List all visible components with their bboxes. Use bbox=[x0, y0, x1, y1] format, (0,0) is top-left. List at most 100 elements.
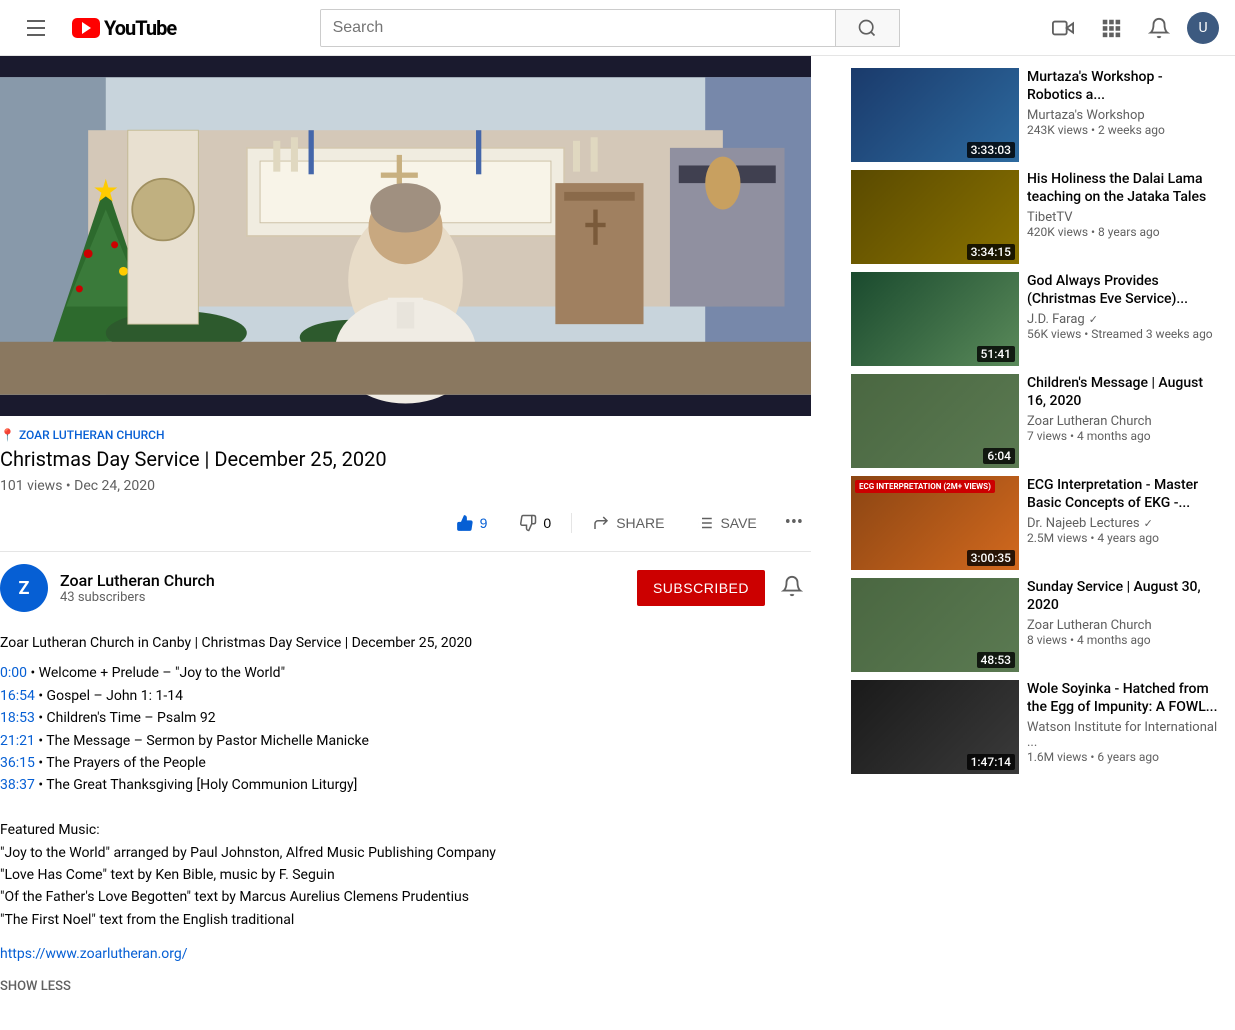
thumbnail-container: 51:41 bbox=[851, 272, 1019, 366]
channel-name[interactable]: Zoar Lutheran Church bbox=[60, 571, 215, 590]
save-button[interactable]: SAVE bbox=[684, 508, 768, 538]
search-area bbox=[320, 9, 900, 47]
notification-bell-button[interactable] bbox=[773, 567, 811, 610]
notifications-button[interactable] bbox=[1139, 8, 1179, 48]
sidebar-item[interactable]: 48:53 Sunday Service | August 30, 2020 Z… bbox=[851, 578, 1219, 672]
timestamp-link[interactable]: 16:54 bbox=[0, 688, 35, 704]
save-icon bbox=[696, 514, 714, 532]
avatar[interactable]: U bbox=[1187, 12, 1219, 44]
timestamp-link[interactable]: 21:21 bbox=[0, 733, 35, 749]
location-icon: 📍 bbox=[0, 428, 15, 442]
sidebar-meta: 1.6M views • 6 years ago bbox=[1027, 750, 1219, 764]
sidebar-item[interactable]: 3:33:03 Murtaza's Workshop - Robotics a.… bbox=[851, 68, 1219, 162]
search-input[interactable] bbox=[321, 10, 835, 46]
sidebar-channel: TibetTV bbox=[1027, 210, 1219, 225]
header: YouTube bbox=[0, 0, 1235, 56]
music-line: "Love Has Come" text by Ken Bible, music… bbox=[0, 864, 811, 886]
thumbnail-container: ECG INTERPRETATION (2M+ VIEWS) 3:00:35 bbox=[851, 476, 1019, 570]
sidebar-title: Sunday Service | August 30, 2020 bbox=[1027, 578, 1219, 614]
sidebar-meta: 8 views • 4 months ago bbox=[1027, 633, 1219, 647]
video-camera-button[interactable] bbox=[1043, 8, 1083, 48]
description: Zoar Lutheran Church in Canby | Christma… bbox=[0, 624, 811, 1006]
sidebar-title: Wole Soyinka - Hatched from the Egg of I… bbox=[1027, 680, 1219, 716]
music-line: "The First Noel" text from the English t… bbox=[0, 909, 811, 931]
channel-avatar[interactable]: Z bbox=[0, 564, 48, 612]
thumbnail-container: 48:53 bbox=[851, 578, 1019, 672]
duration-badge: 3:34:15 bbox=[967, 244, 1015, 260]
description-header: Zoar Lutheran Church in Canby | Christma… bbox=[0, 632, 811, 654]
duration-badge: 3:00:35 bbox=[967, 550, 1015, 566]
timestamp-item: 18:53 • Children's Time – Psalm 92 bbox=[0, 707, 811, 729]
search-button[interactable] bbox=[835, 10, 899, 46]
featured-music-header: Featured Music: bbox=[0, 819, 811, 841]
website-link[interactable]: https://www.zoarlutheran.org/ bbox=[0, 943, 811, 965]
video-meta: 101 views • Dec 24, 2020 bbox=[0, 478, 811, 494]
more-options-button[interactable]: ••• bbox=[777, 506, 811, 539]
sidebar-item[interactable]: 6:04 Children's Message | August 16, 202… bbox=[851, 374, 1219, 468]
video-frame bbox=[0, 56, 811, 416]
verified-icon: ✓ bbox=[1144, 517, 1153, 530]
share-icon bbox=[592, 514, 610, 532]
sidebar-channel: Murtaza's Workshop bbox=[1027, 108, 1219, 123]
sidebar-channel: Zoar Lutheran Church bbox=[1027, 414, 1219, 429]
dislike-count: 0 bbox=[543, 515, 551, 531]
apps-button[interactable] bbox=[1091, 8, 1131, 48]
sidebar-title: ECG Interpretation - Master Basic Concep… bbox=[1027, 476, 1219, 512]
sidebar-info: ECG Interpretation - Master Basic Concep… bbox=[1027, 476, 1219, 570]
thumbnail-container: 3:33:03 bbox=[851, 68, 1019, 162]
timestamp-item: 16:54 • Gospel – John 1: 1-14 bbox=[0, 685, 811, 707]
apps-icon bbox=[1100, 17, 1122, 39]
video-player[interactable] bbox=[0, 56, 811, 416]
timestamp-item: 0:00 • Welcome + Prelude – "Joy to the W… bbox=[0, 662, 811, 684]
sidebar-info: Murtaza's Workshop - Robotics a... Murta… bbox=[1027, 68, 1219, 162]
youtube-logo[interactable]: YouTube bbox=[72, 16, 176, 40]
notifications-icon bbox=[1148, 17, 1170, 39]
channel-name-small: 📍 ZOAR LUTHERAN CHURCH bbox=[0, 428, 811, 442]
dislike-button[interactable]: 0 bbox=[507, 508, 563, 538]
hamburger-menu-button[interactable] bbox=[16, 8, 56, 48]
sidebar-meta: 2.5M views • 4 years ago bbox=[1027, 531, 1219, 545]
divider bbox=[571, 513, 572, 533]
thumbnail-container: 1:47:14 bbox=[851, 680, 1019, 774]
sidebar-title: God Always Provides (Christmas Eve Servi… bbox=[1027, 272, 1219, 308]
subscriber-count: 43 subscribers bbox=[60, 590, 215, 605]
sidebar-item[interactable]: 1:47:14 Wole Soyinka - Hatched from the … bbox=[851, 680, 1219, 774]
channel-left: Z Zoar Lutheran Church 43 subscribers bbox=[0, 564, 215, 612]
timestamp-link[interactable]: 18:53 bbox=[0, 710, 35, 726]
sidebar-meta: 56K views • Streamed 3 weeks ago bbox=[1027, 327, 1219, 341]
video-info: 📍 ZOAR LUTHERAN CHURCH Christmas Day Ser… bbox=[0, 416, 811, 1006]
hamburger-icon bbox=[27, 20, 45, 36]
duration-badge: 48:53 bbox=[977, 652, 1015, 668]
thumbnail-container: 3:34:15 bbox=[851, 170, 1019, 264]
sidebar-item[interactable]: 3:34:15 His Holiness the Dalai Lama teac… bbox=[851, 170, 1219, 264]
sidebar-info: Wole Soyinka - Hatched from the Egg of I… bbox=[1027, 680, 1219, 774]
sidebar-info: His Holiness the Dalai Lama teaching on … bbox=[1027, 170, 1219, 264]
like-button[interactable]: 9 bbox=[444, 508, 500, 538]
video-camera-icon bbox=[1052, 17, 1074, 39]
duration-badge: 3:33:03 bbox=[967, 142, 1015, 158]
subscribe-button[interactable]: SUBSCRIBED bbox=[637, 570, 765, 606]
timestamp-link[interactable]: 36:15 bbox=[0, 755, 35, 771]
show-less-button[interactable]: SHOW LESS bbox=[0, 977, 71, 998]
thumbs-down-icon bbox=[519, 514, 537, 532]
duration-badge: 6:04 bbox=[983, 448, 1015, 464]
sidebar: 3:33:03 Murtaza's Workshop - Robotics a.… bbox=[835, 56, 1235, 780]
header-right: U bbox=[1043, 8, 1219, 48]
sidebar-channel: J.D. Farag ✓ bbox=[1027, 312, 1219, 327]
sidebar-channel: Zoar Lutheran Church bbox=[1027, 618, 1219, 633]
like-count: 9 bbox=[480, 515, 488, 531]
bell-icon bbox=[781, 575, 803, 597]
timestamp-item: 36:15 • The Prayers of the People bbox=[0, 752, 811, 774]
video-actions: 9 0 SHARE bbox=[0, 506, 811, 552]
upload-date: Dec 24, 2020 bbox=[74, 478, 155, 494]
music-line: "Of the Father's Love Begotten" text by … bbox=[0, 886, 811, 908]
sidebar-title: Murtaza's Workshop - Robotics a... bbox=[1027, 68, 1219, 104]
share-button[interactable]: SHARE bbox=[580, 508, 676, 538]
sidebar-item[interactable]: 51:41 God Always Provides (Christmas Eve… bbox=[851, 272, 1219, 366]
sidebar-meta: 243K views • 2 weeks ago bbox=[1027, 123, 1219, 137]
sidebar-item[interactable]: ECG INTERPRETATION (2M+ VIEWS) 3:00:35 E… bbox=[851, 476, 1219, 570]
timestamp-link[interactable]: 0:00 bbox=[0, 665, 27, 681]
sidebar-meta: 7 views • 4 months ago bbox=[1027, 429, 1219, 443]
channel-right: SUBSCRIBED bbox=[637, 567, 811, 610]
sidebar-info: Sunday Service | August 30, 2020 Zoar Lu… bbox=[1027, 578, 1219, 672]
